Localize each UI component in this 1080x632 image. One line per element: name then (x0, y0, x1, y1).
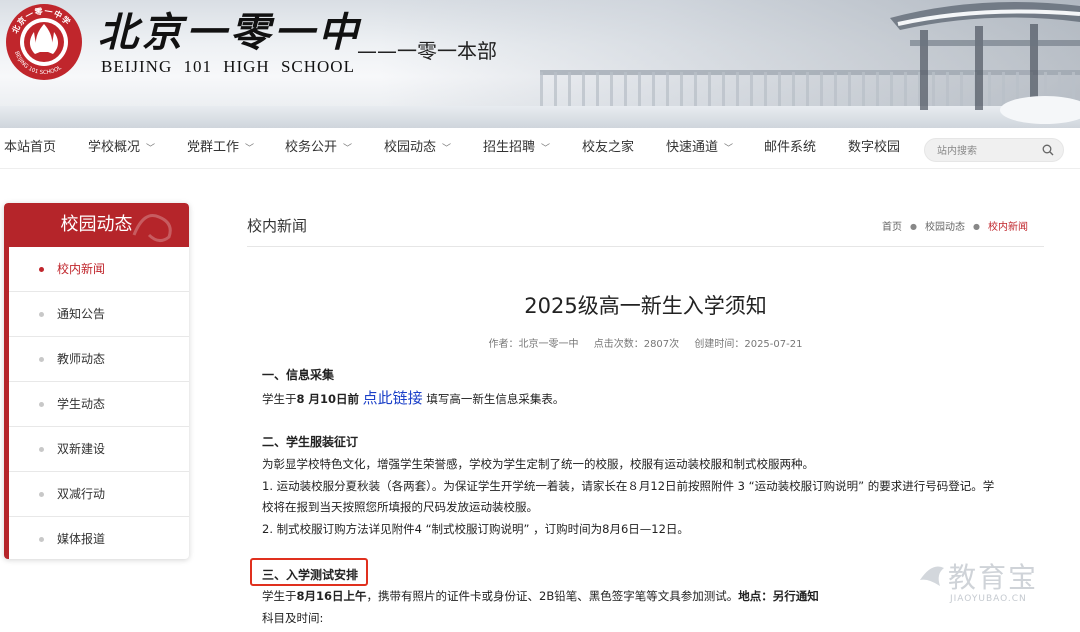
article-created: 创建时间：2025-07-21 (694, 339, 803, 350)
nav-label: 快速通道 (666, 140, 719, 155)
highlight-box (250, 558, 368, 586)
nav-label: 数字校园 (848, 140, 901, 155)
sidebar-item-label: 双新建设 (57, 442, 106, 456)
paragraph-uniform-2: 2. 制式校服订购方法详见附件4 “制式校服订购说明” ，订购时间为8月6日—1… (262, 522, 689, 536)
nav-label: 校务公开 (285, 140, 338, 155)
breadcrumb-separator: ● (910, 222, 918, 231)
chevron-down-icon: ﹀ (541, 144, 551, 154)
sidebar-item-label: 媒体报道 (57, 532, 106, 546)
sidebar-item-label: 校内新闻 (57, 262, 106, 276)
sidebar-item-notices[interactable]: 通知公告 (9, 292, 189, 337)
text: 学生于 (262, 392, 297, 406)
nav-item-party[interactable]: 党群工作 ﹀ (187, 128, 254, 168)
search-icon[interactable] (1042, 144, 1054, 156)
bullet-icon (39, 402, 44, 407)
chevron-down-icon: ﹀ (442, 144, 452, 154)
nav-item-mail[interactable]: 邮件系统 (764, 128, 816, 168)
nav-label: 校友之家 (582, 140, 635, 155)
bullet-icon (39, 447, 44, 452)
nav-item-admissions[interactable]: 招生招聘 ﹀ (483, 128, 550, 168)
nav-label: 学校概况 (88, 140, 141, 155)
chevron-down-icon: ﹀ (146, 144, 156, 154)
nav-item-campus-news[interactable]: 校园动态 ﹀ (384, 128, 451, 168)
paragraph-uniform-1b: 校将在报到当天按照您所填报的尺码发放运动装校服。 (262, 500, 538, 514)
section-heading-uniform: 二、学生服装征订 (262, 435, 359, 449)
chevron-down-icon: ﹀ (724, 144, 734, 154)
sidebar-item-shuangjian[interactable]: 双减行动 (9, 472, 189, 517)
text: ，携带有照片的证件卡或身份证、2B铅笔、黑色签字笔等文具参加测试。 (366, 589, 739, 603)
sidebar-item-media[interactable]: 媒体报道 (9, 517, 189, 559)
bullet-icon (39, 492, 44, 497)
article-title: 2025级高一新生入学须知 (524, 294, 767, 318)
main-nav: 本站首页 学校概况 ﹀ 党群工作 ﹀ 校务公开 ﹀ 校园动态 ﹀ 招生招聘 ﹀ 校友之家 … (0, 128, 1080, 169)
bullet-icon (39, 357, 44, 362)
decorative-pattern-icon (132, 214, 172, 242)
deadline-date: 8 月10日前 (296, 392, 360, 406)
section-heading-info: 一、信息采集 (262, 368, 335, 382)
watermark: 教育宝 JIAOYUBAO.CN (918, 556, 1068, 612)
nav-label: 党群工作 (187, 140, 240, 155)
watermark-brand: 教育宝 (948, 561, 1039, 594)
sidebar-title-text: 校园动态 (60, 214, 133, 235)
search-input[interactable] (935, 142, 1039, 160)
breadcrumb-separator: ● (973, 222, 980, 231)
nav-item-about[interactable]: 学校概况 ﹀ (88, 128, 155, 168)
article-meta: 作者：北京一零一中 点击次数：2807次 创建时间：2025-07-21 (247, 335, 1044, 350)
sidebar-item-label: 通知公告 (57, 307, 106, 321)
sidebar-item-teacher-news[interactable]: 教师动态 (9, 337, 189, 382)
chevron-down-icon: ﹀ (343, 144, 353, 154)
nav-item-quick-links[interactable]: 快速通道 ﹀ (666, 128, 733, 168)
header-banner: 北京一零一中学 BEIJING 101 SCHOOL 北京一零一中 BEIJIN… (0, 0, 1080, 128)
school-name-cn: 北京一零一中 (98, 9, 362, 56)
nav-item-digital-campus[interactable]: 数字校园 (848, 128, 900, 168)
campus-name: ——一零一本部 (357, 39, 497, 63)
article-author: 作者：北京一零一中 (488, 339, 579, 350)
nav-label: 本站首页 (4, 140, 57, 155)
paragraph-uniform-intro: 为彰显学校特色文化，增强学生荣誉感，学校为学生定制了统一的校服，校服有运动装校服… (262, 457, 814, 471)
nav-label: 邮件系统 (764, 140, 817, 155)
nav-item-alumni[interactable]: 校友之家 (582, 128, 634, 168)
sidebar-title: 校园动态 (4, 203, 189, 247)
bullet-icon (39, 267, 44, 272)
site-search (924, 138, 1064, 162)
sidebar-item-student-news[interactable]: 学生动态 (9, 382, 189, 427)
breadcrumb-home[interactable]: 首页 (882, 222, 902, 233)
breadcrumb-campus-news[interactable]: 校园动态 (925, 222, 965, 233)
sidebar-item-label: 学生动态 (57, 397, 106, 411)
nav-item-affairs[interactable]: 校务公开 ﹀ (285, 128, 352, 168)
test-location: 地点：另行通知 (738, 589, 819, 603)
school-logo: 北京一零一中学 BEIJING 101 SCHOOL (6, 4, 82, 80)
bullet-icon (39, 537, 44, 542)
section-title: 校内新闻 (247, 217, 308, 235)
text: 学生于 (262, 589, 297, 603)
paragraph-uniform-1a: 1. 运动装校服分夏秋装（各两套）。为保证学生开学统一着装，请家长在８月12日前… (262, 479, 995, 493)
watermark-domain: JIAOYUBAO.CN (950, 594, 1027, 604)
test-date: 8月16日上午 (296, 589, 367, 603)
divider (247, 246, 1044, 247)
breadcrumb: 首页 ● 校园动态 ● 校内新闻 (882, 218, 1028, 233)
nav-label: 校园动态 (384, 140, 437, 155)
bullet-icon (39, 312, 44, 317)
paragraph-subjects: 科目及时间: (262, 611, 324, 625)
text: 填写高一新生信息采集表。 (426, 392, 565, 406)
watermark-logo-icon (920, 566, 944, 586)
article-views: 点击次数：2807次 (593, 339, 680, 350)
sidebar: 校园动态 校内新闻 通知公告 教师动态 学生动态 双新建设 双减行动 媒体报道 (4, 203, 189, 559)
school-name-en: BEIJING 101 HIGH SCHOOL (101, 57, 355, 76)
sidebar-item-label: 双减行动 (57, 487, 106, 501)
nav-label: 招生招聘 (483, 140, 536, 155)
sidebar-item-school-news[interactable]: 校内新闻 (9, 247, 189, 292)
breadcrumb-current: 校内新闻 (988, 222, 1028, 233)
sidebar-item-label: 教师动态 (57, 352, 106, 366)
sidebar-item-shuangxin[interactable]: 双新建设 (9, 427, 189, 472)
nav-item-home[interactable]: 本站首页 (4, 128, 56, 168)
paragraph-info: 学生于8 月10日前 点此链接 填写高一新生信息采集表。 (262, 387, 564, 408)
paragraph-test: 学生于8月16日上午，携带有照片的证件卡或身份证、2B铅笔、黑色签字笔等文具参加… (262, 588, 819, 604)
pavilion-illustration (890, 2, 1080, 124)
info-form-link[interactable]: 点此链接 (363, 389, 423, 407)
chevron-down-icon: ﹀ (245, 144, 255, 154)
